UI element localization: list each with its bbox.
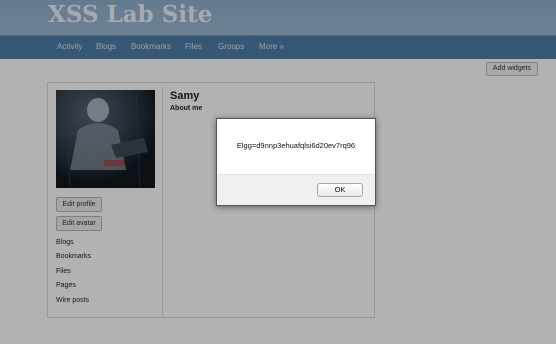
alert-dialog: Elgg=d9nnp3ehuafqlsi6d20ev7rq96 OK — [216, 118, 376, 206]
alert-message: Elgg=d9nnp3ehuafqlsi6d20ev7rq96 — [236, 141, 356, 150]
alert-footer: OK — [217, 174, 375, 205]
page: XSS Lab Site Activity Blogs Bookmarks Fi… — [0, 0, 556, 344]
ok-button[interactable]: OK — [317, 183, 363, 197]
